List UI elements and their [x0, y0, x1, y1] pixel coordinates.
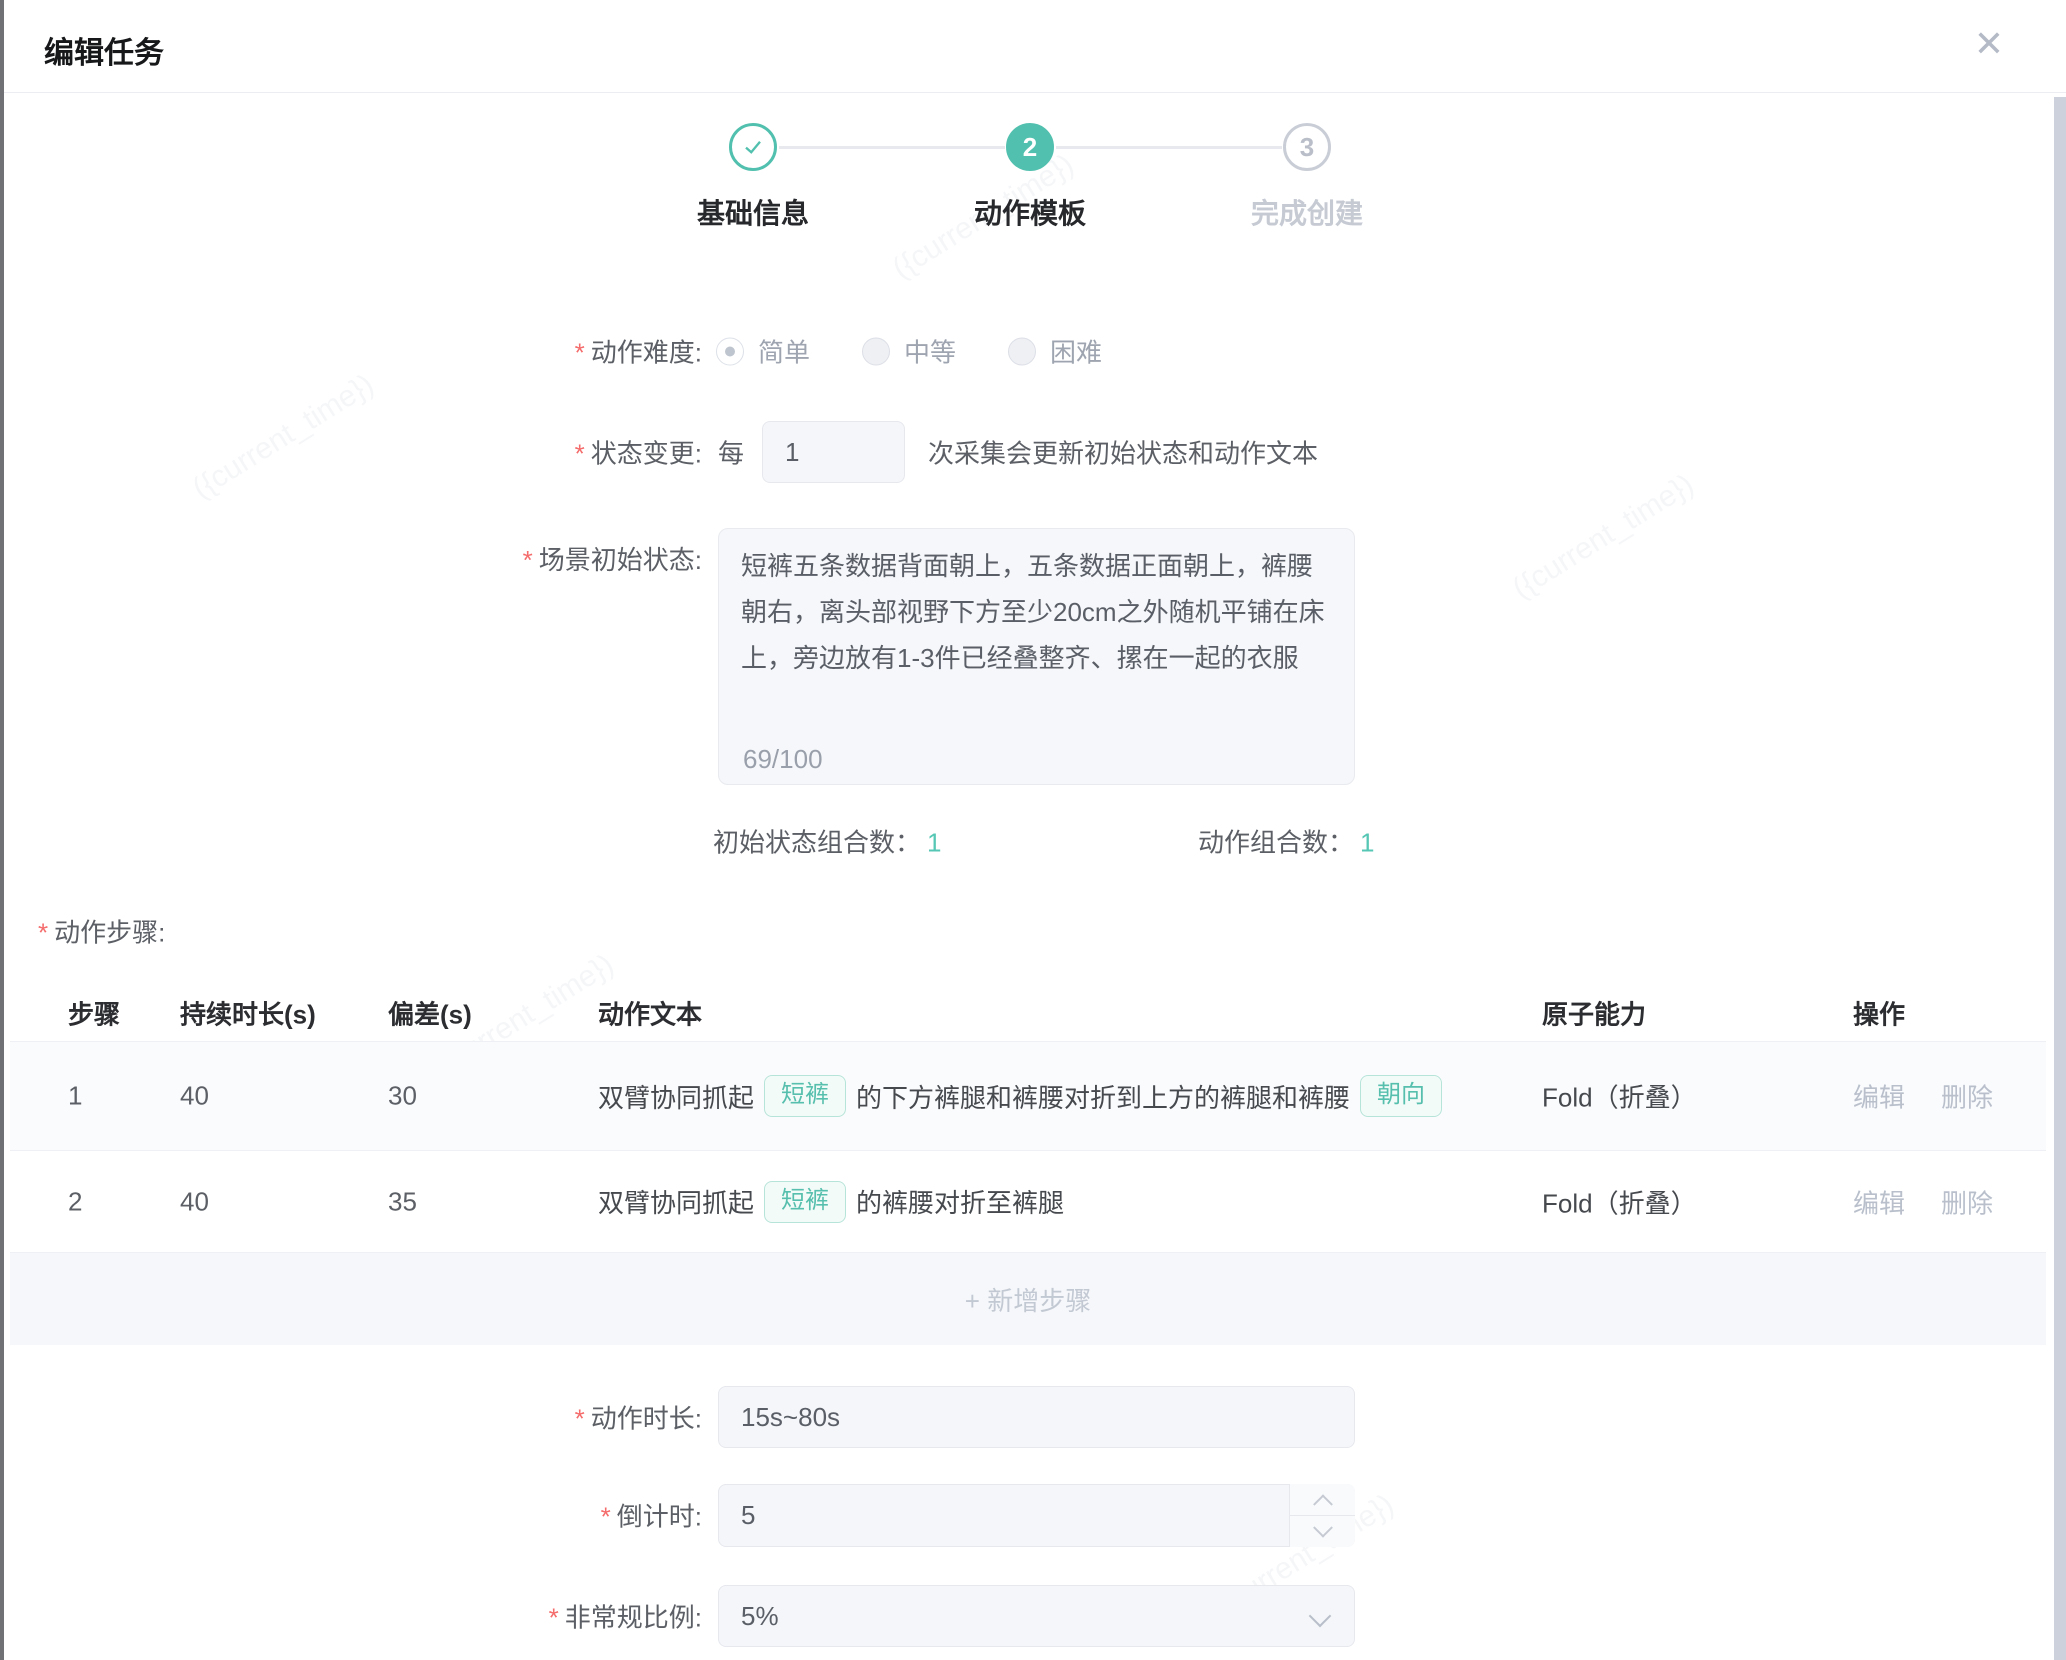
deviation-value: 35 — [388, 1186, 417, 1217]
unusual-ratio-select[interactable]: 5% — [718, 1585, 1355, 1647]
step1-label: 基础信息 — [643, 192, 863, 232]
chevron-up-icon — [1313, 1494, 1333, 1514]
step2-number: 2 — [1006, 123, 1054, 171]
chevron-down-icon — [1313, 1517, 1333, 1537]
close-icon[interactable]: ✕ — [1974, 26, 2004, 62]
radio-easy[interactable]: 简单 — [716, 333, 810, 370]
step1-check-icon — [729, 123, 777, 171]
overlay-left-edge — [0, 0, 4, 1660]
object-tag: 短裤 — [764, 1181, 846, 1223]
step-number: 1 — [68, 1081, 82, 1112]
stepper-up-button[interactable] — [1290, 1484, 1355, 1516]
initial-state-textarea[interactable]: 短裤五条数据背面朝上，五条数据正面朝上，裤腰朝右，离头部视野下方至少20cm之外… — [718, 528, 1355, 785]
stepper-down-button[interactable] — [1290, 1516, 1355, 1547]
step-number: 2 — [68, 1186, 82, 1217]
action-duration-label: *动作时长: — [300, 1399, 702, 1436]
duration-value: 40 — [180, 1081, 209, 1112]
object-tag: 短裤 — [764, 1075, 846, 1117]
col-operations: 操作 — [1853, 995, 1905, 1032]
char-counter: 69/100 — [743, 746, 823, 772]
modal-title: 编辑任务 — [44, 28, 164, 72]
countdown-input[interactable]: 5 — [718, 1484, 1355, 1547]
state-change-label: *状态变更: — [300, 434, 702, 471]
deviation-value: 30 — [388, 1081, 417, 1112]
action-combo-count: 动作组合数：1 — [1198, 823, 1374, 860]
unusual-ratio-label: *非常规比例: — [300, 1598, 702, 1635]
step2-label: 动作模板 — [920, 192, 1140, 232]
table-row: 1 40 30 双臂协同抓起 短裤 的下方裤腿和裤腰对折到上方的裤腿和裤腰 朝向… — [10, 1041, 2046, 1150]
radio-unselected-icon — [1008, 337, 1036, 365]
action-steps-label: *动作步骤: — [38, 913, 165, 950]
col-action-text: 动作文本 — [598, 995, 702, 1032]
edit-task-modal: ({current_time}) ({current_time}) ({curr… — [0, 0, 2066, 1660]
radio-hard[interactable]: 困难 — [1008, 333, 1102, 370]
required-asterisk: * — [575, 338, 585, 368]
radio-medium[interactable]: 中等 — [862, 333, 956, 370]
col-deviation: 偏差(s) — [388, 995, 472, 1032]
action-combo-value: 1 — [1360, 828, 1374, 858]
radio-selected-icon — [716, 337, 744, 365]
initial-state-label: *场景初始状态: — [300, 540, 702, 577]
col-duration: 持续时长(s) — [180, 995, 316, 1032]
watermark-text: ({current_time}) — [1507, 468, 1700, 606]
action-steps-table: 步骤 持续时长(s) 偏差(s) 动作文本 原子能力 操作 1 40 30 双臂… — [10, 985, 2046, 1345]
delete-link[interactable]: 删除 — [1941, 1078, 1993, 1115]
action-duration-input[interactable]: 15s~80s — [718, 1386, 1355, 1448]
difficulty-radio-group: 简单 中等 困难 — [716, 333, 1102, 370]
step3-number: 3 — [1283, 123, 1331, 171]
row-operations: 编辑 删除 — [1853, 1183, 1993, 1220]
step-connector — [779, 146, 1005, 149]
state-change-input[interactable]: 1 — [762, 421, 905, 483]
row-operations: 编辑 删除 — [1853, 1078, 1993, 1115]
countdown-label: *倒计时: — [300, 1497, 702, 1534]
scrollbar[interactable] — [2054, 97, 2066, 1660]
action-text: 双臂协同抓起 短裤 的裤腰对折至裤腿 — [598, 1181, 1064, 1223]
edit-link[interactable]: 编辑 — [1853, 1078, 1905, 1115]
state-change-prefix: 每 — [718, 434, 744, 471]
check-icon — [739, 133, 767, 161]
initial-combo-count: 初始状态组合数：1 — [713, 823, 941, 860]
atomic-ability: Fold（折叠） — [1542, 1078, 1697, 1115]
step-connector — [1056, 146, 1282, 149]
step3-label: 完成创建 — [1197, 192, 1417, 232]
add-step-button[interactable]: + 新增步骤 — [10, 1252, 2046, 1345]
chevron-down-icon — [1309, 1605, 1332, 1628]
action-text: 双臂协同抓起 短裤 的下方裤腿和裤腰对折到上方的裤腿和裤腰 朝向 — [598, 1075, 1452, 1117]
modal-header: 编辑任务 ✕ — [4, 0, 2066, 93]
difficulty-label: *动作难度: — [300, 333, 702, 370]
number-stepper — [1289, 1484, 1355, 1547]
table-row: 2 40 35 双臂协同抓起 短裤 的裤腰对折至裤腿 Fold（折叠） 编辑 删… — [10, 1150, 2046, 1252]
col-step: 步骤 — [68, 995, 120, 1032]
radio-unselected-icon — [862, 337, 890, 365]
table-header-row: 步骤 持续时长(s) 偏差(s) 动作文本 原子能力 操作 — [10, 985, 2046, 1041]
state-change-suffix: 次采集会更新初始状态和动作文本 — [928, 434, 1318, 471]
edit-link[interactable]: 编辑 — [1853, 1183, 1905, 1220]
col-ability: 原子能力 — [1542, 995, 1646, 1032]
orientation-tag: 朝向 — [1360, 1075, 1442, 1117]
delete-link[interactable]: 删除 — [1941, 1183, 1993, 1220]
atomic-ability: Fold（折叠） — [1542, 1183, 1697, 1220]
duration-value: 40 — [180, 1186, 209, 1217]
initial-combo-value: 1 — [927, 828, 941, 858]
